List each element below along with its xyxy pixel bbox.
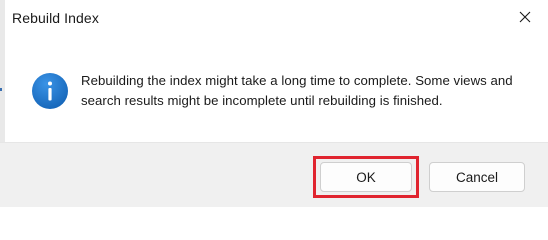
cancel-button[interactable]: Cancel	[429, 162, 525, 192]
title-bar: Rebuild Index	[0, 0, 548, 38]
message-text: Rebuilding the index might take a long t…	[81, 73, 513, 108]
close-button[interactable]	[502, 0, 548, 38]
ok-button[interactable]: OK	[320, 162, 412, 192]
close-icon	[519, 10, 531, 28]
button-bar: OK Cancel	[0, 142, 548, 207]
rebuild-index-dialog: Rebuild Index Rebuilding the index might…	[0, 0, 548, 207]
dialog-content: Rebuilding the index might take a long t…	[0, 38, 548, 142]
dialog-title: Rebuild Index	[12, 10, 99, 26]
info-icon	[31, 72, 69, 110]
